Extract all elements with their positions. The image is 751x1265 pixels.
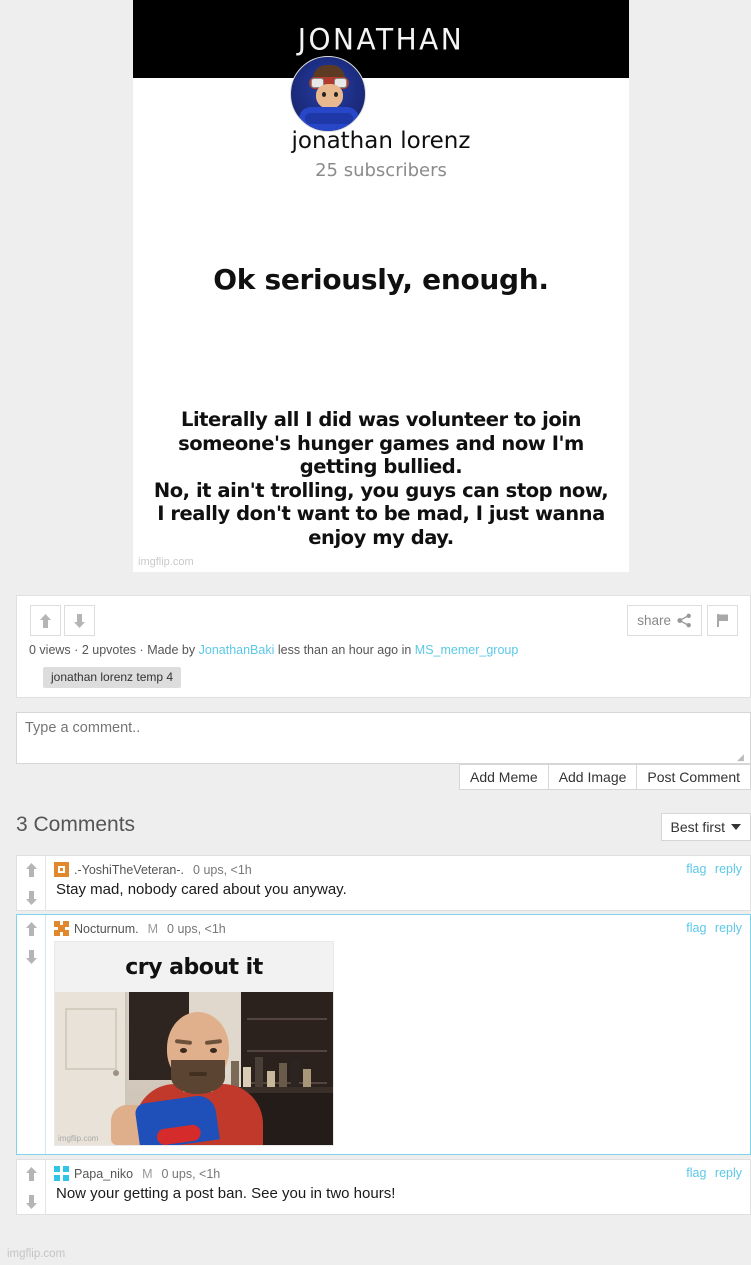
comment-image-caption: cry about it [55, 942, 333, 992]
banner-title: JONATHAN [297, 21, 465, 57]
comment-actions: flag reply [681, 921, 742, 935]
comment-image[interactable]: cry about it imgflip.com [54, 941, 334, 1146]
downvote-button[interactable] [64, 605, 95, 636]
page-watermark: imgflip.com [7, 1248, 66, 1260]
comment-reply-link[interactable]: reply [715, 862, 742, 876]
meme-body-line-2: someone's hunger games and now I'm getti… [178, 431, 584, 479]
share-button[interactable]: share [627, 605, 702, 636]
comment-header: Nocturnum. M 0 ups, <1h [46, 915, 750, 939]
comment-stats: 0 ups, <1h [161, 1166, 221, 1181]
share-flag-group: share [627, 605, 738, 636]
comment-body: Papa_niko M 0 ups, <1h flag reply Now yo… [46, 1160, 750, 1210]
post-meta-panel: share 0 views · 2 upvotes · Made by Jona… [16, 595, 751, 698]
channel-name: jonathan lorenz [291, 128, 471, 154]
post-image[interactable]: JONATHAN jonathan lorenz 25 subscribers … [133, 0, 629, 572]
meme-body-line-1: Literally all I did was volunteer to joi… [180, 408, 582, 431]
comment-text: Now your getting a post ban. See you in … [56, 1185, 396, 1202]
upvote-button[interactable] [30, 605, 61, 636]
chevron-down-icon [731, 824, 741, 830]
channel-avatar [290, 56, 366, 132]
arrow-down-icon [25, 1195, 37, 1209]
arrow-up-icon [25, 922, 37, 936]
sort-value: Best first [670, 819, 725, 835]
comment-downvote-button[interactable] [17, 1188, 45, 1216]
comment-username[interactable]: Nocturnum. [74, 922, 139, 936]
comment-actions: flag reply [681, 1166, 742, 1180]
view-count: 0 views [29, 643, 71, 657]
cyan-grid-avatar-icon [54, 1166, 69, 1181]
arrow-down-icon [25, 950, 37, 964]
comment-body: Nocturnum. M 0 ups, <1h flag reply cry a… [46, 915, 750, 1146]
meta-sep-2: · [139, 643, 144, 657]
arrow-up-icon [25, 1167, 37, 1181]
comment-input[interactable] [16, 712, 751, 764]
comment-upvote-button[interactable] [17, 856, 45, 884]
orange-square-avatar-icon [54, 862, 69, 877]
comment-body: .-YoshiTheVeteran-. 0 ups, <1h flag repl… [46, 856, 750, 906]
comments-count-title: 3 Comments [16, 813, 136, 836]
arrow-up-icon [25, 863, 37, 877]
comment-upvote-button[interactable] [17, 1160, 45, 1188]
flag-icon [716, 614, 728, 627]
meme-headline: Ok seriously, enough. [213, 263, 549, 296]
add-meme-button[interactable]: Add Meme [458, 764, 549, 790]
comment-stats: 0 ups, <1h [193, 862, 252, 877]
post-tag[interactable]: jonathan lorenz temp 4 [43, 667, 182, 688]
comment-header: Papa_niko M 0 ups, <1h [46, 1160, 750, 1184]
comment-vote-column [17, 856, 46, 910]
stream-link[interactable]: MS_memer_group [415, 643, 519, 657]
made-by-label: Made by [147, 643, 196, 657]
share-nodes-icon [677, 613, 691, 628]
comment-flag-link[interactable]: flag [686, 862, 706, 876]
composer-actions: Add Meme Add Image Post Comment [458, 764, 751, 790]
comment-image-photo: imgflip.com [55, 992, 333, 1145]
arrow-down-icon [74, 613, 85, 628]
subscriber-count: 25 subscribers [315, 160, 447, 181]
moderator-badge: M [142, 1166, 153, 1181]
comment-item: .-YoshiTheVeteran-. 0 ups, <1h flag repl… [16, 855, 751, 911]
comment-text: Stay mad, nobody cared about you anyway. [56, 881, 347, 898]
meme-body-line-3: No, it ain't trolling, you guys can stop… [153, 478, 609, 502]
comment-downvote-button[interactable] [17, 943, 45, 971]
upvote-count: 2 upvotes [81, 643, 137, 657]
comment-upvote-button[interactable] [17, 915, 45, 943]
meme-body-text: Literally all I did was volunteer to joi… [137, 408, 625, 549]
arrow-down-icon [25, 891, 37, 905]
post-meta-line: 0 views · 2 upvotes · Made by JonathanBa… [29, 643, 518, 657]
meme-watermark: imgflip.com [138, 556, 194, 568]
comment-item: Papa_niko M 0 ups, <1h flag reply Now yo… [16, 1159, 751, 1215]
comment-stats: 0 ups, <1h [167, 921, 226, 936]
comment-username[interactable]: .-YoshiTheVeteran-. [74, 863, 184, 877]
moderator-badge: M [147, 921, 159, 936]
comment-username[interactable]: Papa_niko [74, 1167, 133, 1181]
meme-body-line-4: I really don't want to be mad, I just wa… [157, 502, 605, 549]
add-image-button[interactable]: Add Image [547, 764, 638, 790]
flag-button[interactable] [707, 605, 738, 636]
comment-reply-link[interactable]: reply [715, 1166, 742, 1180]
comment-flag-link[interactable]: flag [686, 1166, 706, 1180]
post-time: less than an hour ago in [277, 643, 412, 657]
arrow-up-icon [40, 613, 51, 628]
comment-item: Nocturnum. M 0 ups, <1h flag reply cry a… [16, 914, 751, 1155]
comment-flag-link[interactable]: flag [686, 921, 706, 935]
comment-image-watermark: imgflip.com [58, 1134, 99, 1143]
comment-reply-link[interactable]: reply [715, 921, 742, 935]
meta-sep-1: · [74, 643, 79, 657]
comment-actions: flag reply [681, 862, 742, 876]
post-comment-button[interactable]: Post Comment [636, 764, 751, 790]
comment-vote-column [17, 915, 46, 1154]
comment-downvote-button[interactable] [17, 884, 45, 912]
share-label: share [637, 613, 671, 628]
comment-vote-column [17, 1160, 46, 1214]
vote-group [30, 605, 95, 636]
textarea-resize-handle[interactable]: ◢ [737, 753, 747, 763]
orange-cross-avatar-icon [54, 921, 69, 936]
youtube-banner: JONATHAN [133, 0, 629, 78]
comment-header: .-YoshiTheVeteran-. 0 ups, <1h [46, 856, 750, 880]
author-link[interactable]: JonathanBaki [199, 643, 275, 657]
comment-sort-dropdown[interactable]: Best first [660, 813, 751, 841]
